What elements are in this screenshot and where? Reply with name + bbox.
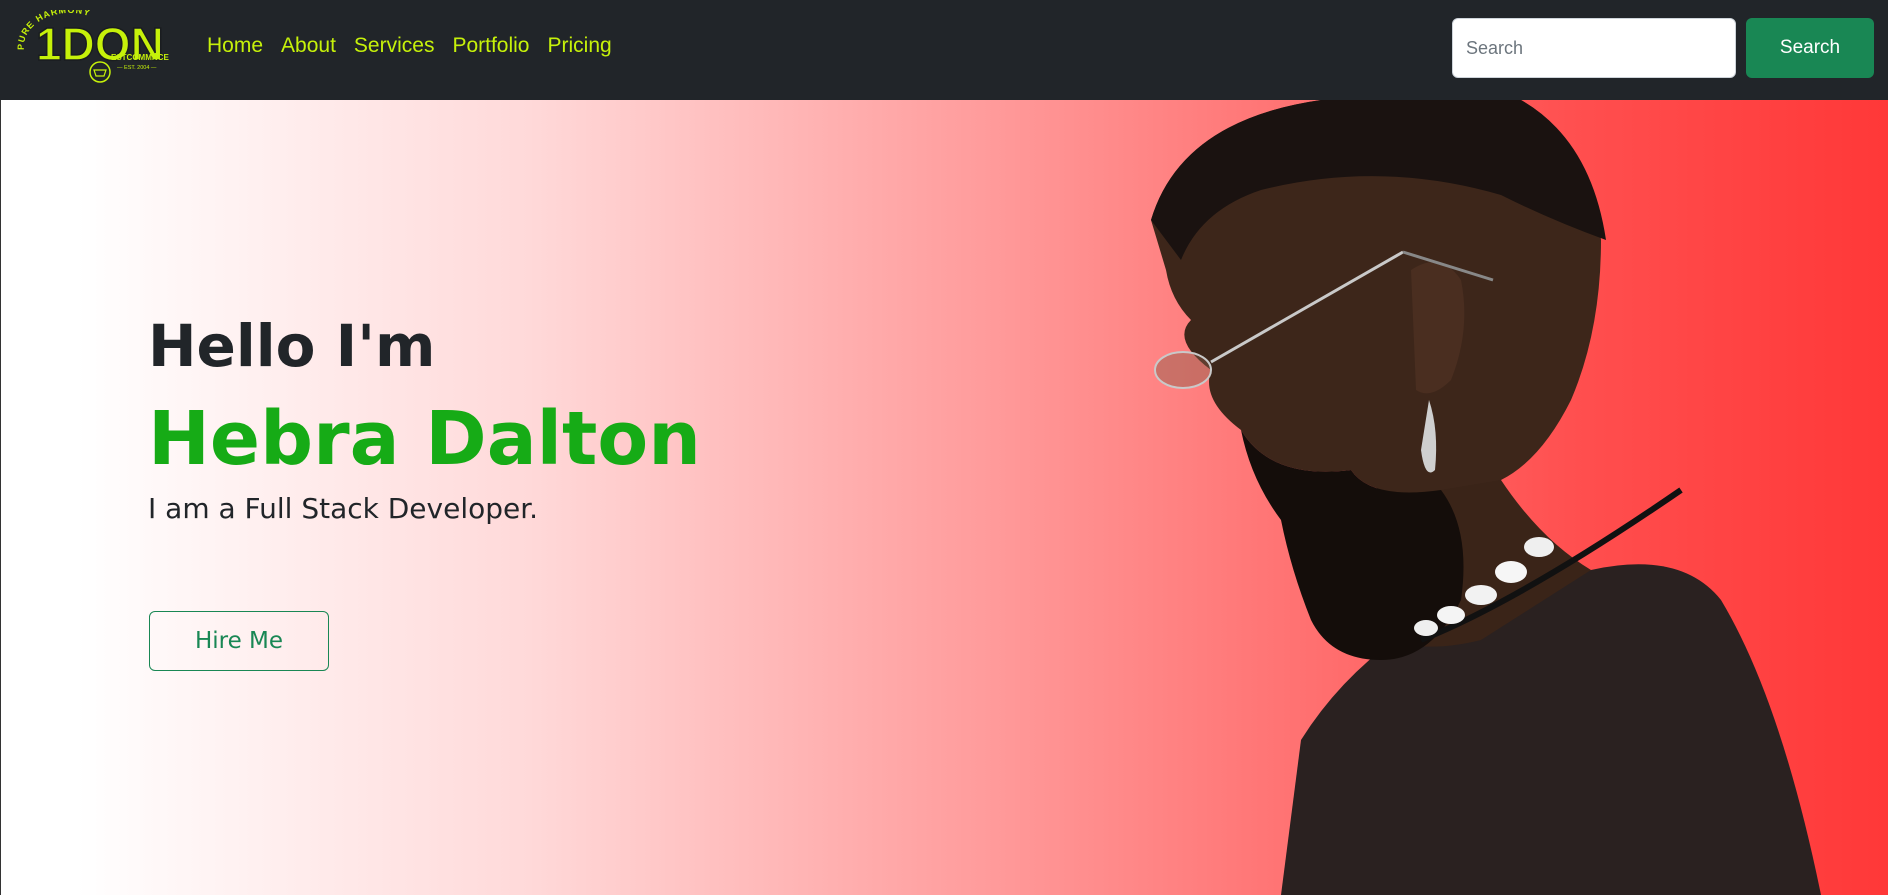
hero-name: Hebra Dalton — [148, 396, 701, 482]
logo-tagline: ESTCOMMNCE — [111, 53, 169, 62]
hero-greeting: Hello I'm — [148, 312, 436, 380]
hire-me-button[interactable]: Hire Me — [149, 611, 329, 671]
nav-links: Home About Services Portfolio Pricing — [207, 34, 612, 58]
search-input[interactable] — [1452, 18, 1736, 78]
brand-logo[interactable]: PURE HARMONY 1DON ESTCOMMNCE — EST. 2004… — [14, 10, 184, 88]
search-button[interactable]: Search — [1746, 18, 1874, 78]
nav-about[interactable]: About — [281, 34, 336, 58]
nav-pricing[interactable]: Pricing — [548, 34, 612, 58]
hero-section: Hello I'm Hebra Dalton I am a Full Stack… — [0, 100, 1888, 895]
hero-portrait-image — [1151, 100, 1821, 895]
navbar: PURE HARMONY 1DON ESTCOMMNCE — EST. 2004… — [0, 0, 1888, 100]
hero-role: I am a Full Stack Developer. — [148, 492, 539, 525]
logo-est: — EST. 2004 — — [117, 65, 157, 71]
nav-portfolio[interactable]: Portfolio — [452, 34, 529, 58]
nav-services[interactable]: Services — [354, 34, 435, 58]
page: PURE HARMONY 1DON ESTCOMMNCE — EST. 2004… — [0, 0, 1888, 895]
nav-home[interactable]: Home — [207, 34, 263, 58]
